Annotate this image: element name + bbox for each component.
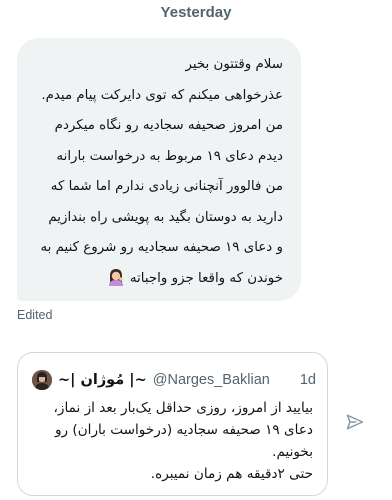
message-line: سلام وقتتون بخیر (185, 57, 283, 72)
send-icon (346, 414, 364, 430)
quoted-line: حتی ۲دقیقه هم زمان نمیبره. (150, 466, 313, 482)
message-line: من فالوور آنچنانی زیادی ندارم اما شما که (50, 179, 283, 194)
send-button[interactable] (343, 410, 367, 434)
quoted-line: بخونیم. (272, 444, 313, 460)
author-handle: @Narges_Baklian (152, 372, 270, 388)
message-line: دارید به دوستان بگید به پویشی راه بندازی… (48, 209, 283, 225)
quoted-line: بیایید از امروز، روزی حداقل یک‌بار بعد ا… (53, 400, 313, 416)
quoted-post-header: ~| مُوژان |~ @Narges_Baklian 1d (32, 369, 316, 391)
quoted-post-card[interactable]: ~| مُوژان |~ @Narges_Baklian 1d بیایید ا… (17, 352, 328, 496)
post-timestamp: 1d (299, 372, 316, 388)
woman-tipping-hand-emoji-icon (108, 268, 124, 286)
message-line: دیدم دعای ۱۹ مربوط به درخواست بارانه (56, 148, 283, 164)
message-text: سلام وقتتون بخیر عذرخواهی میکنم که توی د… (31, 50, 283, 294)
message-bubble[interactable]: سلام وقتتون بخیر عذرخواهی میکنم که توی د… (17, 38, 301, 301)
quoted-post-text: بیایید از امروز، روزی حداقل یک‌بار بعد ا… (29, 397, 313, 485)
message-line: و دعای ۱۹ صحیفه سجادیه رو شروع کنیم به (40, 240, 283, 255)
edited-label: Edited (17, 308, 53, 322)
message-line: من امروز صحیفه سجادیه رو نگاه میکردم (54, 118, 283, 133)
author-name: ~| مُوژان |~ (58, 372, 147, 388)
message-line: عذرخواهی میکنم که توی دایرکت پیام میدم. (41, 87, 283, 103)
day-separator: Yesterday (160, 4, 232, 21)
quoted-line: دعای ۱۹ صحیفه سجادیه (درخواست باران) رو (54, 422, 313, 438)
avatar (32, 370, 52, 390)
message-line: خوندن که واقعا جزو واجباته (129, 270, 283, 286)
